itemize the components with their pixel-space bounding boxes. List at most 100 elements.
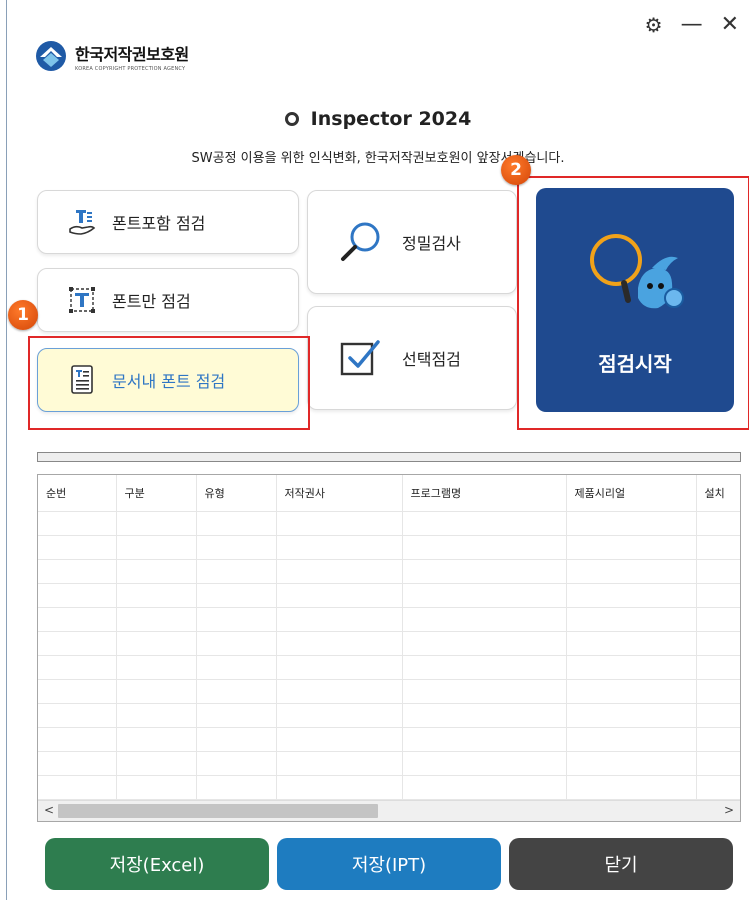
table-cell [696,703,740,728]
step-badge-2: 2 [501,155,531,185]
table-row[interactable] [38,631,740,656]
table-cell [566,655,697,680]
table-cell [196,559,277,584]
table-cell [566,559,697,584]
minimize-button[interactable]: — [681,14,703,36]
table-cell [38,607,117,632]
table-cell [402,631,567,656]
table-cell [196,607,277,632]
table-cell [116,727,197,752]
close-button[interactable]: 닫기 [509,838,733,890]
table-header-row: 순번 구분 유형 저작권사 프로그램명 제품시리얼 설치 [38,475,740,512]
table-cell [566,583,697,608]
table-cell [566,511,697,536]
table-cell [276,511,403,536]
table-cell [402,511,567,536]
settings-gear-icon[interactable]: ⚙ [645,14,663,36]
save-excel-button[interactable]: 저장(Excel) [45,838,269,890]
column-header[interactable]: 순번 [38,475,117,512]
scroll-right-arrow[interactable]: > [724,803,734,817]
results-table: 순번 구분 유형 저작권사 프로그램명 제품시리얼 설치 < > [37,474,741,822]
scroll-left-arrow[interactable]: < [44,803,54,817]
table-row[interactable] [38,655,740,680]
scan-progress-bar [37,452,741,462]
table-row[interactable] [38,679,740,704]
select-check-button[interactable]: 선택점검 [307,306,517,410]
table-cell [38,655,117,680]
table-cell [116,559,197,584]
table-row[interactable] [38,535,740,560]
column-header[interactable]: 유형 [196,475,277,512]
table-cell [116,655,197,680]
table-cell [276,559,403,584]
table-cell [566,679,697,704]
table-cell [276,655,403,680]
table-cell [116,703,197,728]
table-row[interactable] [38,559,740,584]
table-cell [116,583,197,608]
table-cell [38,511,117,536]
table-cell [196,511,277,536]
table-cell [402,751,567,776]
table-cell [696,559,740,584]
font-include-check-button[interactable]: 폰트포함 점검 [37,190,299,254]
horizontal-scrollbar[interactable]: < > [38,800,740,821]
table-cell [566,607,697,632]
table-cell [402,727,567,752]
table-row[interactable] [38,511,740,536]
table-body [38,511,740,800]
table-cell [196,679,277,704]
table-cell [116,775,197,800]
table-row[interactable] [38,703,740,728]
table-cell [38,751,117,776]
font-only-check-button[interactable]: 폰트만 점검 [37,268,299,332]
table-cell [696,751,740,776]
app-window: ⚙ — ✕ 한국저작권보호원 KOREA COPYRIGHT PROTECTIO… [6,0,749,900]
table-cell [116,631,197,656]
table-cell [38,631,117,656]
table-cell [696,727,740,752]
table-cell [196,775,277,800]
table-cell [696,511,740,536]
column-header[interactable]: 설치 [696,475,740,512]
tagline: SW공정 이용을 위한 인식변화, 한국저작권보호원이 앞장서겠습니다. [191,151,565,166]
table-cell [402,775,567,800]
table-cell [696,535,740,560]
agency-name-en: KOREA COPYRIGHT PROTECTION AGENCY [75,65,186,72]
table-cell [566,631,697,656]
precise-scan-label: 정밀검사 [402,234,461,253]
table-cell [566,775,697,800]
precise-scan-button[interactable]: 정밀검사 [307,190,517,294]
column-header[interactable]: 저작권사 [276,475,403,512]
table-cell [276,679,403,704]
close-window-button[interactable]: ✕ [721,14,739,36]
table-row[interactable] [38,775,740,800]
table-cell [696,583,740,608]
table-cell [276,727,403,752]
table-cell [196,535,277,560]
table-cell [196,583,277,608]
table-cell [276,583,403,608]
highlight-box-2 [517,176,749,430]
column-header[interactable]: 제품시리얼 [566,475,697,512]
column-header[interactable]: 프로그램명 [402,475,567,512]
checkbox-icon [336,334,384,382]
font-frame-icon [66,284,98,316]
table-row[interactable] [38,727,740,752]
scrollbar-thumb[interactable] [58,804,378,818]
column-header[interactable]: 구분 [116,475,197,512]
step-badge-1: 1 [8,300,38,330]
save-ipt-button[interactable]: 저장(IPT) [277,838,501,890]
table-cell [196,655,277,680]
agency-logo-icon [36,41,66,71]
table-cell [402,703,567,728]
table-row[interactable] [38,607,740,632]
table-row[interactable] [38,583,740,608]
table-cell [402,607,567,632]
table-cell [402,535,567,560]
table-cell [276,703,403,728]
table-row[interactable] [38,751,740,776]
table-cell [566,727,697,752]
table-cell [196,727,277,752]
table-cell [696,631,740,656]
